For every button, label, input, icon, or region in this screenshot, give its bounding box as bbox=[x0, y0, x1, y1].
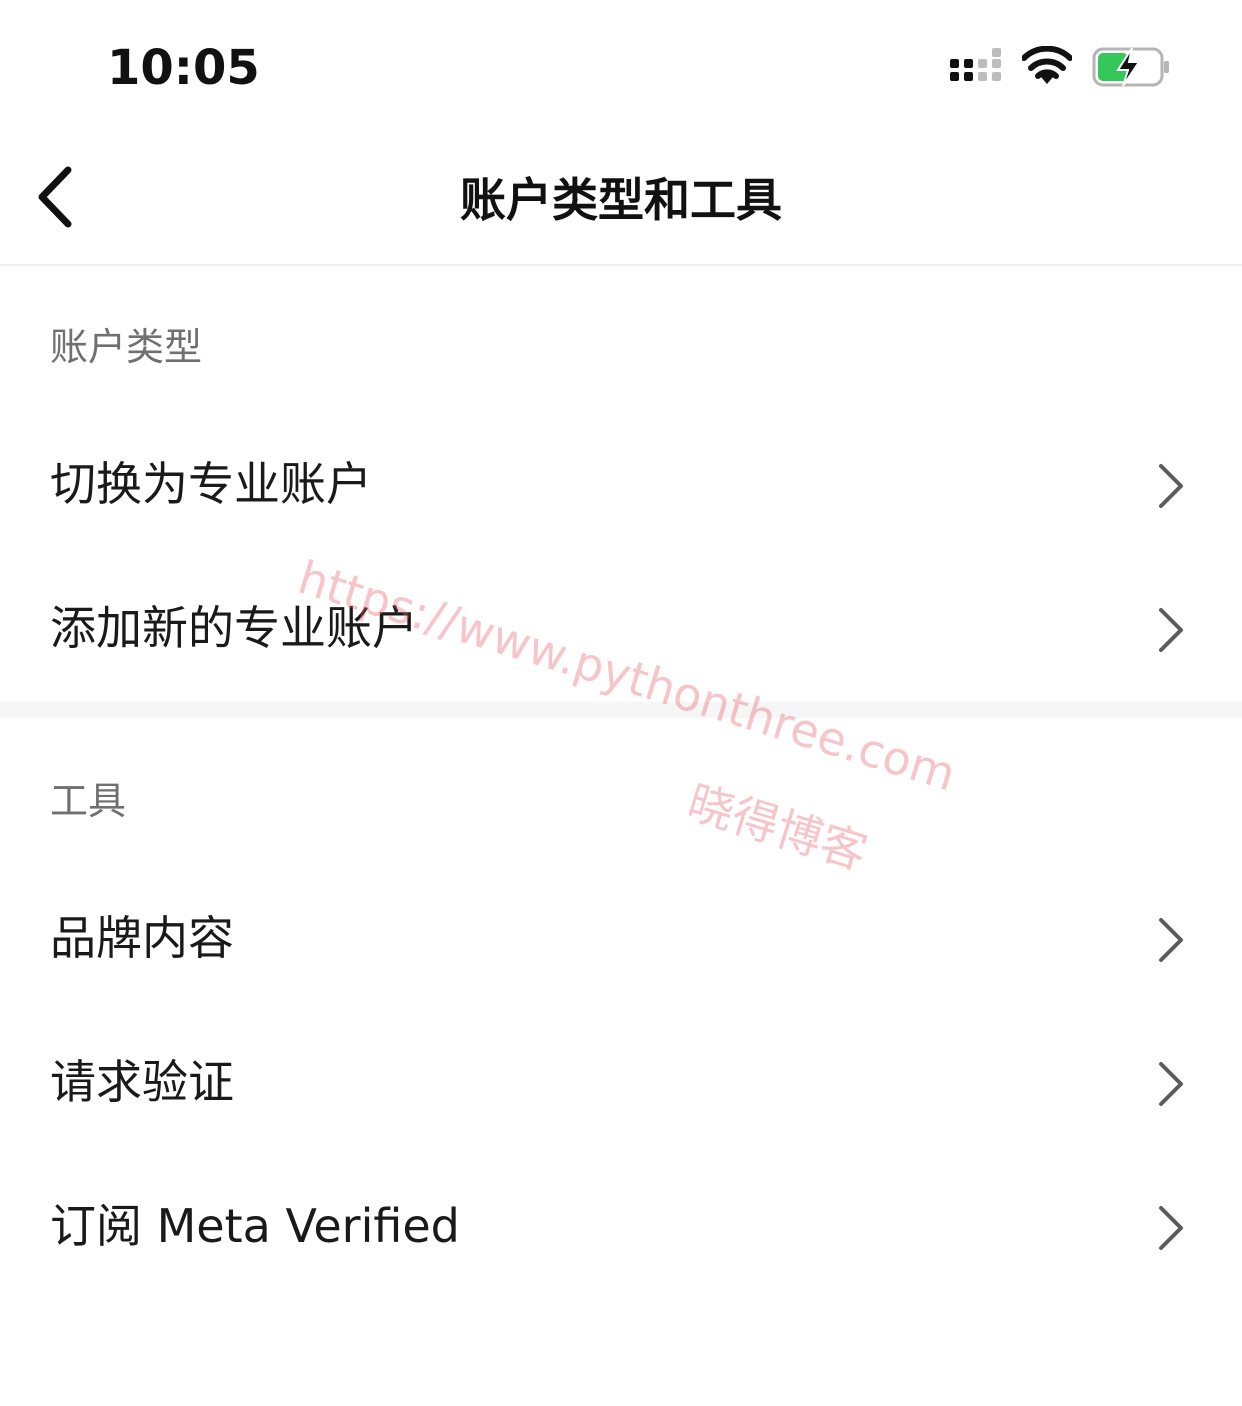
row-label: 添加新的专业账户 bbox=[50, 601, 418, 655]
row-branded-content[interactable]: 品牌内容 bbox=[0, 868, 1242, 1012]
battery-charging-icon bbox=[1092, 47, 1169, 87]
row-subscribe-meta-verified[interactable]: 订阅 Meta Verified bbox=[0, 1156, 1242, 1300]
wifi-icon bbox=[1022, 46, 1072, 84]
watermark-name: 晓得博客 bbox=[681, 774, 874, 881]
nav-bar: 账户类型和工具 bbox=[0, 130, 1242, 266]
status-time: 10:05 bbox=[107, 40, 260, 96]
row-switch-to-professional[interactable]: 切换为专业账户 bbox=[0, 414, 1242, 558]
row-label: 订阅 Meta Verified bbox=[50, 1199, 460, 1253]
row-request-verification[interactable]: 请求验证 bbox=[0, 1012, 1242, 1156]
section-divider bbox=[0, 702, 1242, 718]
row-label: 切换为专业账户 bbox=[50, 457, 372, 511]
chevron-right-icon bbox=[1159, 608, 1183, 652]
chevron-right-icon bbox=[1159, 1062, 1183, 1106]
chevron-right-icon bbox=[1159, 918, 1183, 962]
status-bar: 10:05 bbox=[0, 0, 1242, 130]
row-label: 请求验证 bbox=[50, 1055, 234, 1109]
chevron-right-icon bbox=[1159, 464, 1183, 508]
signal-icon bbox=[950, 48, 1001, 81]
section-header-account-type: 账户类型 bbox=[50, 325, 203, 369]
page-title: 账户类型和工具 bbox=[460, 173, 782, 227]
section-header-tools: 工具 bbox=[50, 779, 127, 823]
row-add-professional-account[interactable]: 添加新的专业账户 bbox=[0, 558, 1242, 702]
chevron-right-icon bbox=[1159, 1206, 1183, 1250]
status-icons bbox=[950, 44, 1180, 92]
row-label: 品牌内容 bbox=[50, 911, 234, 965]
